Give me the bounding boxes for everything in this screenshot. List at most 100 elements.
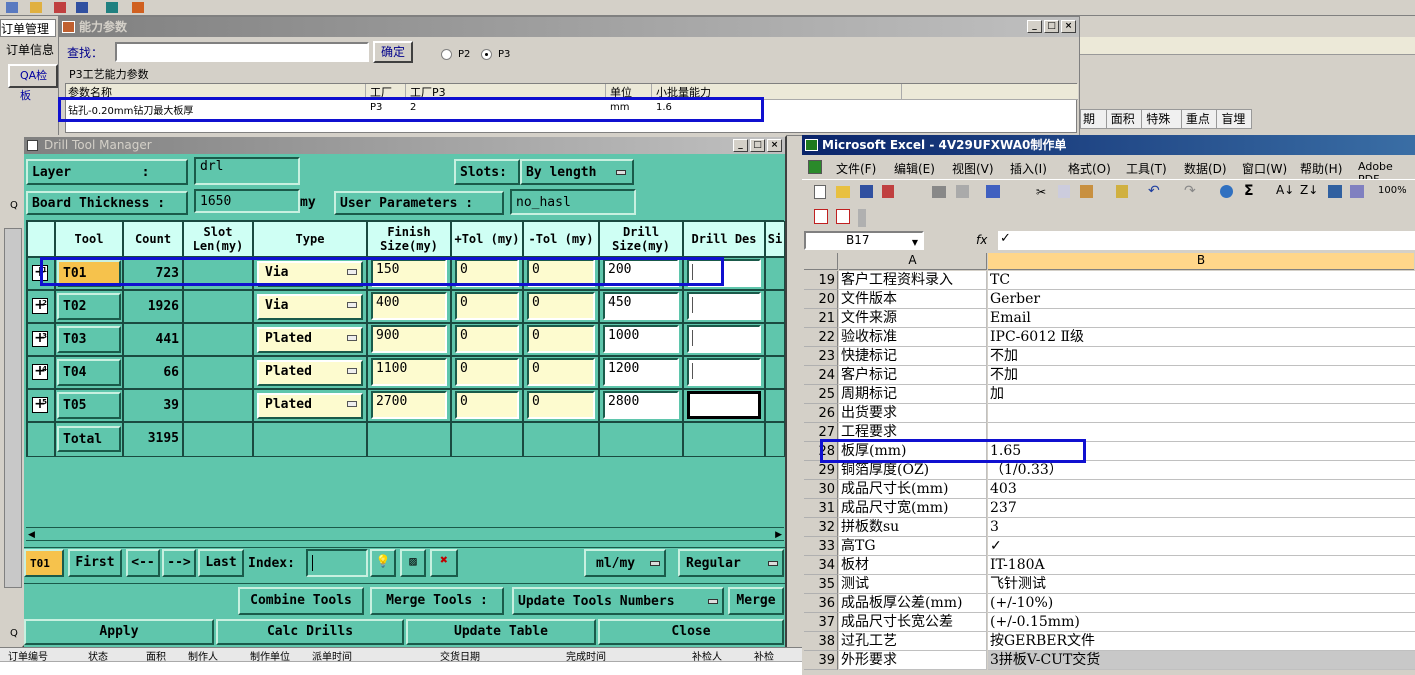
cell-b[interactable]: 按GERBER文件	[988, 632, 1415, 651]
thickness-field[interactable]: 1650	[194, 189, 300, 213]
row-header[interactable]: 20	[804, 290, 838, 309]
radio-p2[interactable]: P2	[441, 49, 470, 60]
print-icon[interactable]	[932, 186, 946, 198]
find-input[interactable]	[115, 42, 369, 62]
drawing-icon[interactable]	[1350, 185, 1364, 198]
next-button[interactable]: -->	[162, 549, 196, 577]
select-all[interactable]	[804, 253, 838, 270]
index-field[interactable]	[306, 549, 368, 577]
bottom-header[interactable]: 状态	[88, 648, 146, 663]
header-minus-tol[interactable]: -Tol (my)	[523, 221, 599, 257]
plus-tol-input[interactable]: 0	[455, 325, 519, 353]
chart-wizard-icon[interactable]	[1328, 185, 1342, 198]
chart-icon[interactable]: ▨	[400, 549, 426, 577]
plus-tol-input[interactable]: 0	[455, 391, 519, 419]
sort-desc-icon[interactable]: Z↓	[1300, 183, 1318, 197]
menu-window[interactable]: 窗口(W)	[1242, 160, 1287, 177]
cell-a[interactable]: 文件版本	[839, 290, 987, 309]
bulb-icon[interactable]: 💡	[370, 549, 396, 577]
cell-b[interactable]: ✓	[988, 537, 1415, 556]
pdf-convert-icon[interactable]	[814, 209, 828, 224]
open-icon[interactable]	[836, 186, 850, 198]
paste-icon[interactable]	[1080, 185, 1093, 198]
bottom-header[interactable]: 订单编号	[8, 648, 88, 663]
formula-input[interactable]: ✓	[998, 231, 1415, 250]
cell-b[interactable]: 3拼板V-CUT交货	[988, 651, 1415, 670]
cell-b[interactable]: 403	[988, 480, 1415, 499]
menu-edit[interactable]: 编辑(E)	[894, 160, 935, 177]
mode-combo[interactable]: Regular	[678, 549, 784, 577]
left-scrollbar[interactable]	[4, 228, 22, 588]
cell-a[interactable]: 板材	[839, 556, 987, 575]
tool-button[interactable]: T04	[57, 359, 121, 386]
row-header[interactable]: 24	[804, 366, 838, 385]
autosum-icon[interactable]: Σ	[1244, 183, 1254, 199]
fx-icon[interactable]: fx	[976, 233, 987, 247]
dropdown-icon[interactable]	[650, 561, 660, 566]
menu-help[interactable]: 帮助(H)	[1300, 160, 1342, 177]
cell-a[interactable]: 成品尺寸宽(mm)	[839, 499, 987, 518]
scroll-right-icon[interactable]: ▶	[775, 530, 782, 540]
apply-button[interactable]: Apply	[24, 619, 214, 645]
row-header[interactable]: 26	[804, 404, 838, 423]
cell-b[interactable]: IT-180A	[988, 556, 1415, 575]
cell-a[interactable]: 铜箔厚度(OZ)	[839, 461, 987, 480]
cell-b[interactable]	[988, 404, 1415, 423]
prev-button[interactable]: <--	[126, 549, 160, 577]
cell-a[interactable]: 出货要求	[839, 404, 987, 423]
row-header[interactable]: 31	[804, 499, 838, 518]
last-button[interactable]: Last	[198, 549, 244, 577]
column-header[interactable]: 盲埋	[1217, 110, 1251, 128]
row-header[interactable]: 23	[804, 347, 838, 366]
dropdown-icon[interactable]	[768, 561, 778, 566]
expand-row-icon[interactable]: +2	[32, 298, 48, 314]
cell-b[interactable]: Email	[988, 309, 1415, 328]
header-count[interactable]: Count	[123, 221, 183, 257]
toolbar-icon[interactable]	[106, 2, 118, 13]
header-si[interactable]: Si	[765, 221, 785, 257]
header-slot-len[interactable]: Slot Len(my)	[183, 221, 253, 257]
tool-button[interactable]: T03	[57, 326, 121, 353]
spellcheck-icon[interactable]	[986, 185, 1000, 198]
cell-a[interactable]: 成品尺寸长宽公差	[839, 613, 987, 632]
zoom-value[interactable]: 100%	[1378, 185, 1407, 196]
save-icon[interactable]	[76, 2, 88, 13]
minus-tol-input[interactable]: 0	[527, 325, 595, 353]
menu-view[interactable]: 视图(V)	[952, 160, 994, 177]
cell-a[interactable]: 客户标记	[839, 366, 987, 385]
cell-b[interactable]: Gerber	[988, 290, 1415, 309]
finish-size-input[interactable]: 400	[371, 292, 447, 320]
toolbar-icon[interactable]	[54, 2, 66, 13]
cell-a[interactable]: 快捷标记	[839, 347, 987, 366]
tool-button[interactable]: T05	[57, 392, 121, 419]
bottom-header[interactable]: 补检	[754, 648, 784, 663]
toolbar-options-icon[interactable]	[858, 209, 866, 227]
row-header[interactable]: 29	[804, 461, 838, 480]
header-tool[interactable]: Tool	[55, 221, 123, 257]
print-preview-icon[interactable]	[956, 185, 969, 198]
menu-format[interactable]: 格式(O)	[1068, 160, 1111, 177]
radio-circle-selected[interactable]	[481, 49, 492, 60]
row-header[interactable]: 22	[804, 328, 838, 347]
cell-b[interactable]: （1/0.33）	[988, 461, 1415, 480]
cell-a[interactable]: 客户工程资料录入	[839, 271, 987, 290]
chevron-down-icon[interactable]: ▼	[912, 235, 918, 250]
close-button[interactable]: ×	[767, 139, 782, 152]
unit-combo[interactable]: ml/my	[584, 549, 666, 577]
column-header[interactable]: 面积	[1107, 110, 1143, 128]
user-parameters-field[interactable]: no_hasl	[510, 189, 636, 215]
cell-a[interactable]: 外形要求	[839, 651, 987, 670]
cut-icon[interactable]: ✂	[1036, 185, 1046, 199]
ok-button[interactable]: 确定	[373, 41, 413, 63]
drill-des-input[interactable]	[687, 391, 761, 419]
cell-a[interactable]: 拼板数su	[839, 518, 987, 537]
row-header[interactable]: 36	[804, 594, 838, 613]
drill-size-input[interactable]: 450	[603, 292, 679, 320]
cell-b[interactable]: (+/-0.15mm)	[988, 613, 1415, 632]
hyperlink-icon[interactable]	[1220, 185, 1233, 198]
drill-des-input[interactable]	[687, 358, 761, 386]
drill-des-input[interactable]	[687, 325, 761, 353]
row-header[interactable]: 30	[804, 480, 838, 499]
cell-b[interactable]: TC	[988, 271, 1415, 290]
cell-a[interactable]: 测试	[839, 575, 987, 594]
